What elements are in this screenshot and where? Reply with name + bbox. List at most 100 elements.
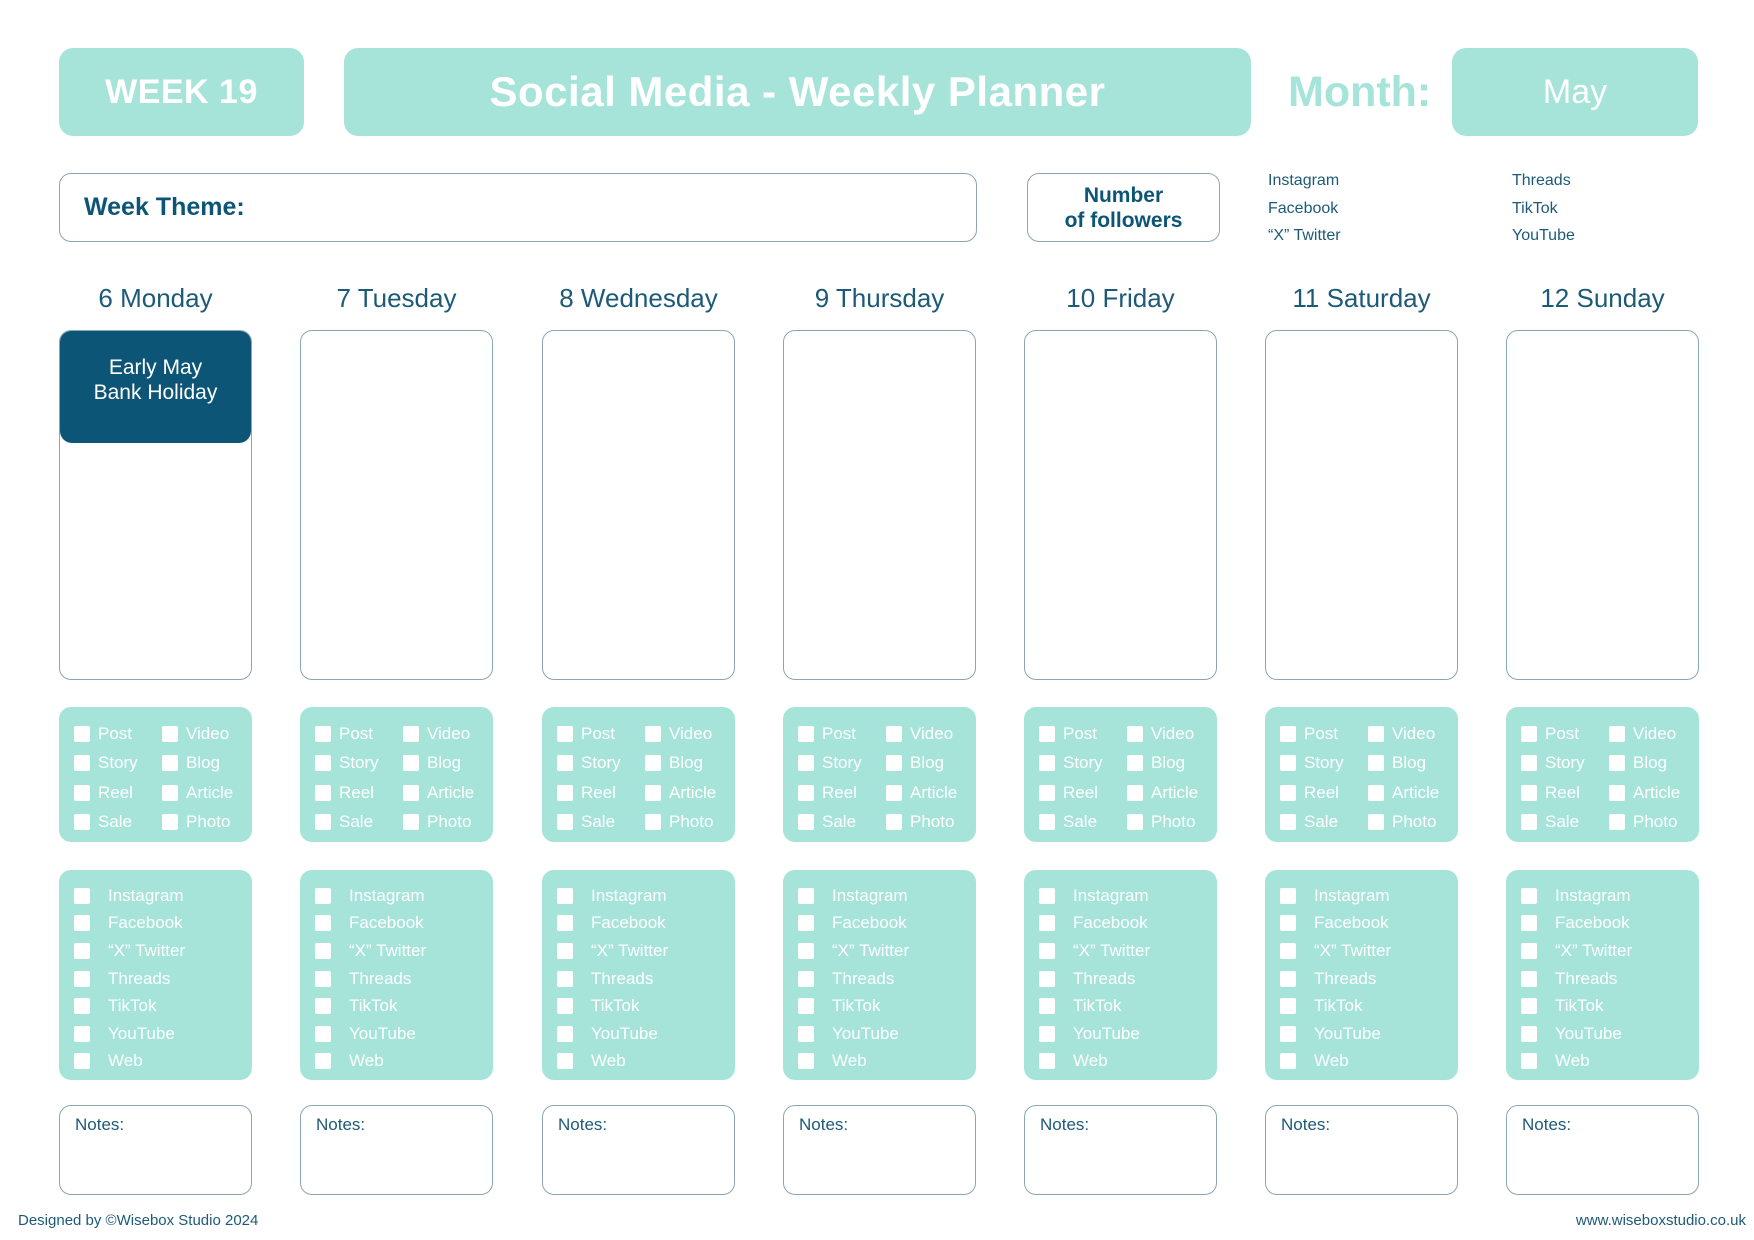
checkbox[interactable] bbox=[1521, 1053, 1537, 1070]
content-type-option[interactable]: Reel bbox=[1039, 778, 1127, 808]
checkbox[interactable] bbox=[798, 755, 814, 772]
checkbox[interactable] bbox=[1127, 725, 1143, 742]
platform-option[interactable]: Web bbox=[315, 1048, 493, 1076]
checkbox[interactable] bbox=[557, 887, 573, 904]
checkbox[interactable] bbox=[162, 755, 178, 772]
checkbox[interactable] bbox=[1280, 942, 1296, 959]
checkbox[interactable] bbox=[1521, 784, 1537, 801]
checkbox[interactable] bbox=[74, 998, 90, 1015]
content-type-option[interactable]: Video bbox=[403, 719, 503, 749]
platform-option[interactable]: Threads bbox=[1280, 965, 1458, 993]
checkbox[interactable] bbox=[1280, 755, 1296, 772]
content-type-option[interactable]: Reel bbox=[1521, 778, 1609, 808]
checkbox[interactable] bbox=[557, 998, 573, 1015]
day-content-box[interactable] bbox=[542, 330, 735, 680]
content-type-option[interactable]: Story bbox=[557, 749, 645, 779]
platform-option[interactable]: Threads bbox=[1039, 965, 1217, 993]
notes-field[interactable]: Notes: bbox=[1506, 1105, 1699, 1195]
content-type-option[interactable]: Article bbox=[1368, 778, 1468, 808]
checkbox[interactable] bbox=[798, 784, 814, 801]
checkbox[interactable] bbox=[886, 814, 902, 831]
checkbox[interactable] bbox=[315, 998, 331, 1015]
checkbox[interactable] bbox=[1280, 998, 1296, 1015]
content-type-option[interactable]: Reel bbox=[798, 778, 886, 808]
checkbox[interactable] bbox=[74, 1025, 90, 1042]
content-type-option[interactable]: Article bbox=[886, 778, 986, 808]
day-content-box[interactable] bbox=[1506, 330, 1699, 680]
content-type-option[interactable]: Reel bbox=[315, 778, 403, 808]
content-type-option[interactable]: Blog bbox=[886, 749, 986, 779]
content-type-option[interactable]: Post bbox=[315, 719, 403, 749]
checkbox[interactable] bbox=[1039, 814, 1055, 831]
platform-option[interactable]: YouTube bbox=[1039, 1020, 1217, 1048]
checkbox[interactable] bbox=[1127, 784, 1143, 801]
checkbox[interactable] bbox=[557, 1053, 573, 1070]
checkbox[interactable] bbox=[557, 915, 573, 932]
content-type-option[interactable]: Story bbox=[1039, 749, 1127, 779]
checkbox[interactable] bbox=[1280, 887, 1296, 904]
platform-option[interactable]: Facebook bbox=[74, 910, 252, 938]
checkbox[interactable] bbox=[1521, 725, 1537, 742]
content-type-option[interactable]: Post bbox=[74, 719, 162, 749]
checkbox[interactable] bbox=[315, 1053, 331, 1070]
checkbox[interactable] bbox=[1609, 814, 1625, 831]
platform-option[interactable]: YouTube bbox=[557, 1020, 735, 1048]
content-type-option[interactable]: Sale bbox=[557, 808, 645, 838]
checkbox[interactable] bbox=[315, 887, 331, 904]
checkbox[interactable] bbox=[1039, 1053, 1055, 1070]
checkbox[interactable] bbox=[1039, 942, 1055, 959]
content-type-option[interactable]: Video bbox=[162, 719, 262, 749]
platform-option[interactable]: Facebook bbox=[798, 910, 976, 938]
platform-option[interactable]: YouTube bbox=[1280, 1020, 1458, 1048]
platform-option[interactable]: TikTok bbox=[315, 992, 493, 1020]
checkbox[interactable] bbox=[1521, 1025, 1537, 1042]
checkbox[interactable] bbox=[886, 784, 902, 801]
platform-option[interactable]: Instagram bbox=[1521, 882, 1699, 910]
checkbox[interactable] bbox=[1039, 1025, 1055, 1042]
notes-field[interactable]: Notes: bbox=[1265, 1105, 1458, 1195]
checkbox[interactable] bbox=[1039, 915, 1055, 932]
content-type-option[interactable]: Blog bbox=[1127, 749, 1227, 779]
checkbox[interactable] bbox=[798, 887, 814, 904]
checkbox[interactable] bbox=[403, 784, 419, 801]
content-type-option[interactable]: Blog bbox=[1609, 749, 1709, 779]
checkbox[interactable] bbox=[798, 814, 814, 831]
checkbox[interactable] bbox=[315, 814, 331, 831]
checkbox[interactable] bbox=[162, 784, 178, 801]
platform-option[interactable]: Threads bbox=[74, 965, 252, 993]
checkbox[interactable] bbox=[1039, 998, 1055, 1015]
platform-option[interactable]: Instagram bbox=[315, 882, 493, 910]
platform-option[interactable]: TikTok bbox=[1039, 992, 1217, 1020]
platform-option[interactable]: TikTok bbox=[1521, 992, 1699, 1020]
platform-option[interactable]: TikTok bbox=[557, 992, 735, 1020]
content-type-option[interactable]: Blog bbox=[1368, 749, 1468, 779]
checkbox[interactable] bbox=[557, 784, 573, 801]
platform-option[interactable]: Web bbox=[1039, 1048, 1217, 1076]
platform-option[interactable]: TikTok bbox=[1280, 992, 1458, 1020]
content-type-option[interactable]: Reel bbox=[1280, 778, 1368, 808]
content-type-option[interactable]: Post bbox=[1039, 719, 1127, 749]
checkbox[interactable] bbox=[74, 725, 90, 742]
platform-option[interactable]: Threads bbox=[315, 965, 493, 993]
content-type-option[interactable]: Blog bbox=[403, 749, 503, 779]
day-content-box[interactable] bbox=[1024, 330, 1217, 680]
checkbox[interactable] bbox=[798, 970, 814, 987]
checkbox[interactable] bbox=[74, 887, 90, 904]
content-type-option[interactable]: Photo bbox=[1609, 808, 1709, 838]
checkbox[interactable] bbox=[315, 1025, 331, 1042]
notes-field[interactable]: Notes: bbox=[783, 1105, 976, 1195]
checkbox[interactable] bbox=[1521, 915, 1537, 932]
checkbox[interactable] bbox=[74, 970, 90, 987]
content-type-option[interactable]: Story bbox=[1521, 749, 1609, 779]
platform-option[interactable]: “X” Twitter bbox=[74, 937, 252, 965]
checkbox[interactable] bbox=[1521, 814, 1537, 831]
checkbox[interactable] bbox=[1280, 784, 1296, 801]
checkbox[interactable] bbox=[315, 725, 331, 742]
day-content-box[interactable] bbox=[1265, 330, 1458, 680]
checkbox[interactable] bbox=[1039, 970, 1055, 987]
checkbox[interactable] bbox=[74, 915, 90, 932]
content-type-option[interactable]: Sale bbox=[1039, 808, 1127, 838]
platform-option[interactable]: “X” Twitter bbox=[315, 937, 493, 965]
platform-option[interactable]: Threads bbox=[1521, 965, 1699, 993]
checkbox[interactable] bbox=[557, 970, 573, 987]
